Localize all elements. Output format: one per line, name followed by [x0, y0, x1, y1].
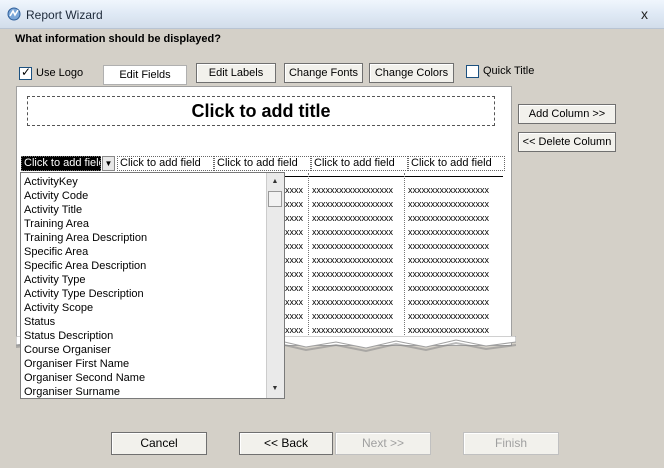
field-list-item[interactable]: Training Area Description: [24, 231, 147, 245]
cancel-button[interactable]: Cancel: [111, 432, 207, 455]
field-list-item[interactable]: Activity Type Description: [24, 287, 144, 301]
checkmark-icon: ✓: [21, 65, 32, 79]
field-list-item[interactable]: ActivityKey: [24, 175, 78, 189]
field-list-item[interactable]: Course Organiser: [24, 343, 111, 357]
use-logo-checkbox[interactable]: ✓: [19, 65, 32, 80]
sample-data-column: xxxxxxxxxxxxxxxxxx xxxxxxxxxxxxxxxxxx xx…: [408, 185, 489, 335]
field-list-item[interactable]: Activity Code: [24, 189, 88, 203]
field-list-item[interactable]: Specific Area Description: [24, 259, 146, 273]
finish-button[interactable]: Finish: [463, 432, 559, 455]
field-header-row: Click to add field ▼ Click to add field …: [21, 156, 507, 171]
scroll-up-icon[interactable]: ▲: [267, 175, 283, 189]
scroll-thumb[interactable]: [268, 191, 282, 207]
back-button[interactable]: << Back: [239, 432, 333, 455]
field-list-item[interactable]: Activity Scope: [24, 301, 93, 315]
header-divider: [285, 176, 503, 177]
field-header-5[interactable]: Click to add field: [408, 156, 505, 171]
report-wizard-icon: [7, 7, 21, 21]
use-logo-label: Use Logo: [36, 67, 84, 79]
field-list-item[interactable]: Activity Type: [24, 273, 86, 287]
add-column-button[interactable]: Add Column >>: [518, 104, 616, 124]
field-header-2[interactable]: Click to add field: [117, 156, 214, 171]
field-header-1[interactable]: Click to add field: [21, 156, 101, 171]
field-list-item[interactable]: Activity Title: [24, 203, 82, 217]
edit-labels-button[interactable]: Edit Labels: [196, 63, 276, 83]
edit-fields-button[interactable]: Edit Fields: [103, 65, 187, 85]
scroll-down-icon[interactable]: ▼: [267, 382, 283, 396]
field-list-item[interactable]: Organiser Second Name: [24, 371, 145, 385]
change-fonts-button[interactable]: Change Fonts: [284, 63, 363, 83]
field-dropdown-list[interactable]: ActivityKey Activity Code Activity Title Tr…: [20, 172, 285, 399]
field-header-4[interactable]: Click to add field: [311, 156, 408, 171]
delete-column-button[interactable]: << Delete Column: [518, 132, 616, 152]
sample-data-column: xxxxxxxxxxxxxxxxxx xxxxxxxxxxxxxxxxxx xx…: [312, 185, 393, 335]
quick-title-checkbox[interactable]: [466, 65, 479, 78]
next-button[interactable]: Next >>: [335, 432, 431, 455]
field-list-item[interactable]: Organiser Surname: [24, 385, 120, 398]
field-header-3[interactable]: Click to add field: [214, 156, 311, 171]
field-list-item[interactable]: Specific Area: [24, 245, 88, 259]
change-colors-button[interactable]: Change Colors: [369, 63, 454, 83]
report-title-placeholder[interactable]: Click to add title: [27, 96, 495, 126]
field-list-item[interactable]: Organiser First Name: [24, 357, 129, 371]
window-title: Report Wizard: [26, 8, 103, 22]
sample-data-column: xxxx xxxx xxxx xxxx xxxx xxxx xxxx xxxx …: [285, 185, 303, 335]
dropdown-arrow-icon[interactable]: ▼: [102, 156, 115, 171]
column-divider: [308, 173, 309, 343]
field-list-item[interactable]: Training Area: [24, 217, 89, 231]
page-prompt: What information should be displayed?: [15, 33, 221, 45]
field-list-item[interactable]: Status: [24, 315, 55, 329]
window-titlebar: Report Wizard x: [0, 0, 664, 29]
column-divider: [404, 173, 405, 343]
close-icon[interactable]: x: [641, 6, 648, 22]
field-list-item[interactable]: Status Description: [24, 329, 113, 343]
list-scrollbar[interactable]: ▲ ▼: [266, 173, 284, 398]
quick-title-label: Quick Title: [483, 65, 535, 77]
